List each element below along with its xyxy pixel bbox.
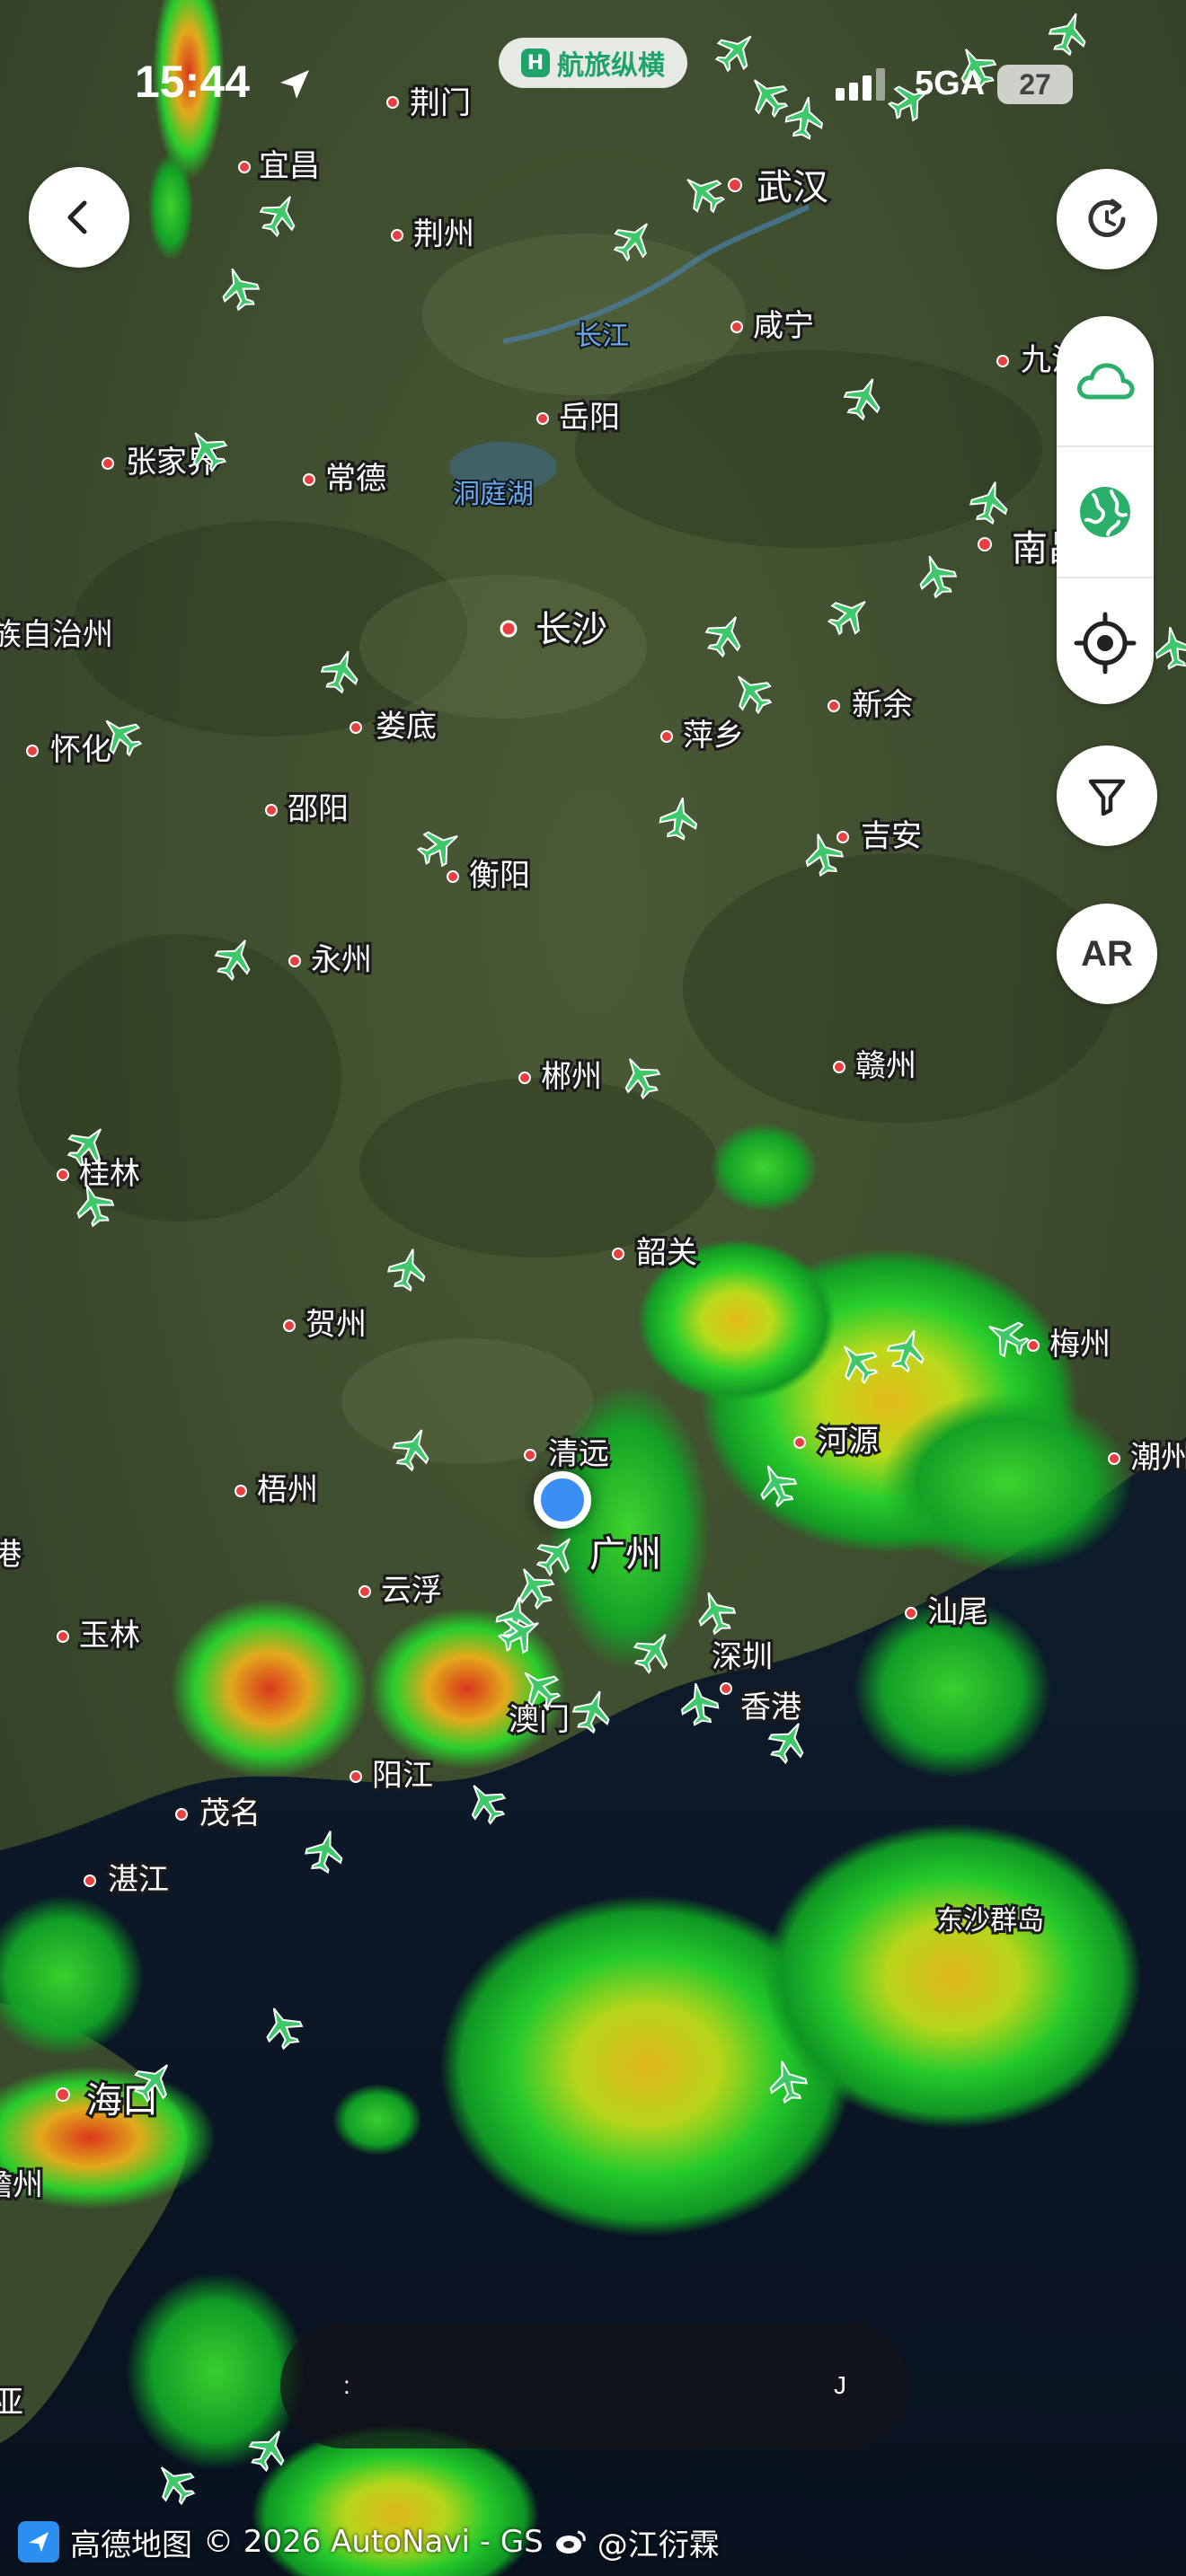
city-label: 阳江 xyxy=(372,1758,433,1794)
region-label: 族自治州 xyxy=(0,617,113,653)
filter-icon xyxy=(1088,779,1126,816)
radar-map[interactable]: 荆门 宜昌 荆州 武汉 咸宁 九江 岳阳 常德 张家界 长沙 南昌 娄底 萍乡 … xyxy=(0,0,1186,2576)
region-label: 东沙群岛 xyxy=(936,1905,1044,1936)
map-attribution: 高德地图 © 2026 AutoNavi - GS @江衍霖 xyxy=(18,2515,720,2569)
city-label: 赣州 xyxy=(855,1048,916,1084)
city-label: 深圳 xyxy=(712,1639,773,1675)
region-label: 亚 xyxy=(0,2385,23,2421)
city-label: 吉安 xyxy=(861,818,922,854)
city-label: 茂名 xyxy=(199,1795,261,1831)
water-label: 洞庭湖 xyxy=(453,479,534,510)
city-label: 萍乡 xyxy=(683,718,744,754)
city-label: 长沙 xyxy=(535,609,607,650)
network-type: 5GA xyxy=(915,65,986,102)
city-label: 梧州 xyxy=(257,1472,318,1508)
status-time: 15:44 xyxy=(135,57,250,107)
map-layer-controls xyxy=(1057,316,1154,704)
city-label: 河源 xyxy=(818,1424,879,1460)
weibo-icon xyxy=(555,2530,586,2554)
region-label: 港 xyxy=(0,1537,22,1573)
ar-button[interactable]: AR xyxy=(1057,904,1157,1004)
city-label: 咸宁 xyxy=(753,308,814,344)
city-label: 怀化 xyxy=(50,732,111,768)
city-label: 梅州 xyxy=(1049,1327,1111,1363)
refresh-button[interactable] xyxy=(1057,169,1157,269)
map-copyright: © 2026 AutoNavi - GS xyxy=(203,2524,544,2560)
city-label: 邵阳 xyxy=(288,791,349,827)
city-label: 湛江 xyxy=(108,1862,169,1898)
city-label: 云浮 xyxy=(381,1573,442,1609)
city-label: 郴州 xyxy=(541,1059,602,1095)
city-label: 香港 xyxy=(740,1689,801,1725)
battery-indicator: 27 xyxy=(997,65,1073,104)
current-location-marker xyxy=(534,1471,591,1529)
bottom-toolbar[interactable]: : J xyxy=(280,2323,909,2448)
city-label: 娄底 xyxy=(376,709,437,745)
app-brand-badge: H 航旅纵横 xyxy=(499,38,687,88)
brand-logo-icon: H xyxy=(521,49,550,77)
globe-button[interactable] xyxy=(1057,447,1154,578)
city-label: 广州 xyxy=(589,1534,661,1575)
city-label: 新余 xyxy=(852,687,913,723)
city-label: 玉林 xyxy=(79,1618,140,1654)
city-label: 武汉 xyxy=(757,167,828,208)
refresh-icon xyxy=(1088,198,1126,237)
cloud-icon xyxy=(1076,363,1135,400)
amap-logo-icon xyxy=(18,2521,59,2563)
city-label: 澳门 xyxy=(509,1702,570,1738)
ar-label: AR xyxy=(1081,933,1133,974)
chevron-left-icon xyxy=(67,200,87,234)
weather-layer-button[interactable] xyxy=(1057,316,1154,447)
city-label: 清远 xyxy=(548,1436,609,1472)
city-label: 韶关 xyxy=(636,1235,697,1271)
region-label: 儋州 xyxy=(0,2167,43,2203)
location-arrow-icon xyxy=(280,70,309,99)
crosshair-icon xyxy=(1074,612,1137,675)
city-label: 汕尾 xyxy=(927,1594,988,1630)
city-label: 潮州 xyxy=(1130,1440,1186,1476)
filter-button[interactable] xyxy=(1057,745,1157,846)
city-label: 岳阳 xyxy=(559,400,620,436)
city-label: 贺州 xyxy=(305,1307,367,1343)
city-label: 衡阳 xyxy=(469,858,530,894)
city-label: 常德 xyxy=(325,461,386,497)
map-provider: 高德地图 xyxy=(70,2527,192,2563)
locate-button[interactable] xyxy=(1057,578,1154,708)
weibo-handle: @江衍霖 xyxy=(597,2527,720,2563)
water-label: 长江 xyxy=(575,321,629,352)
status-bar: 15:44 H 航旅纵横 5GA 27 xyxy=(0,0,1186,171)
bottom-toolbar-left-glyph: : xyxy=(343,2371,350,2399)
bottom-toolbar-right-glyph: J xyxy=(834,2371,846,2399)
brand-name: 航旅纵横 xyxy=(557,50,665,82)
back-button[interactable] xyxy=(29,167,129,268)
city-label: 永州 xyxy=(311,942,372,978)
cell-signal-icon xyxy=(836,68,885,101)
globe-icon xyxy=(1080,487,1130,537)
city-label: 荆州 xyxy=(413,216,474,252)
